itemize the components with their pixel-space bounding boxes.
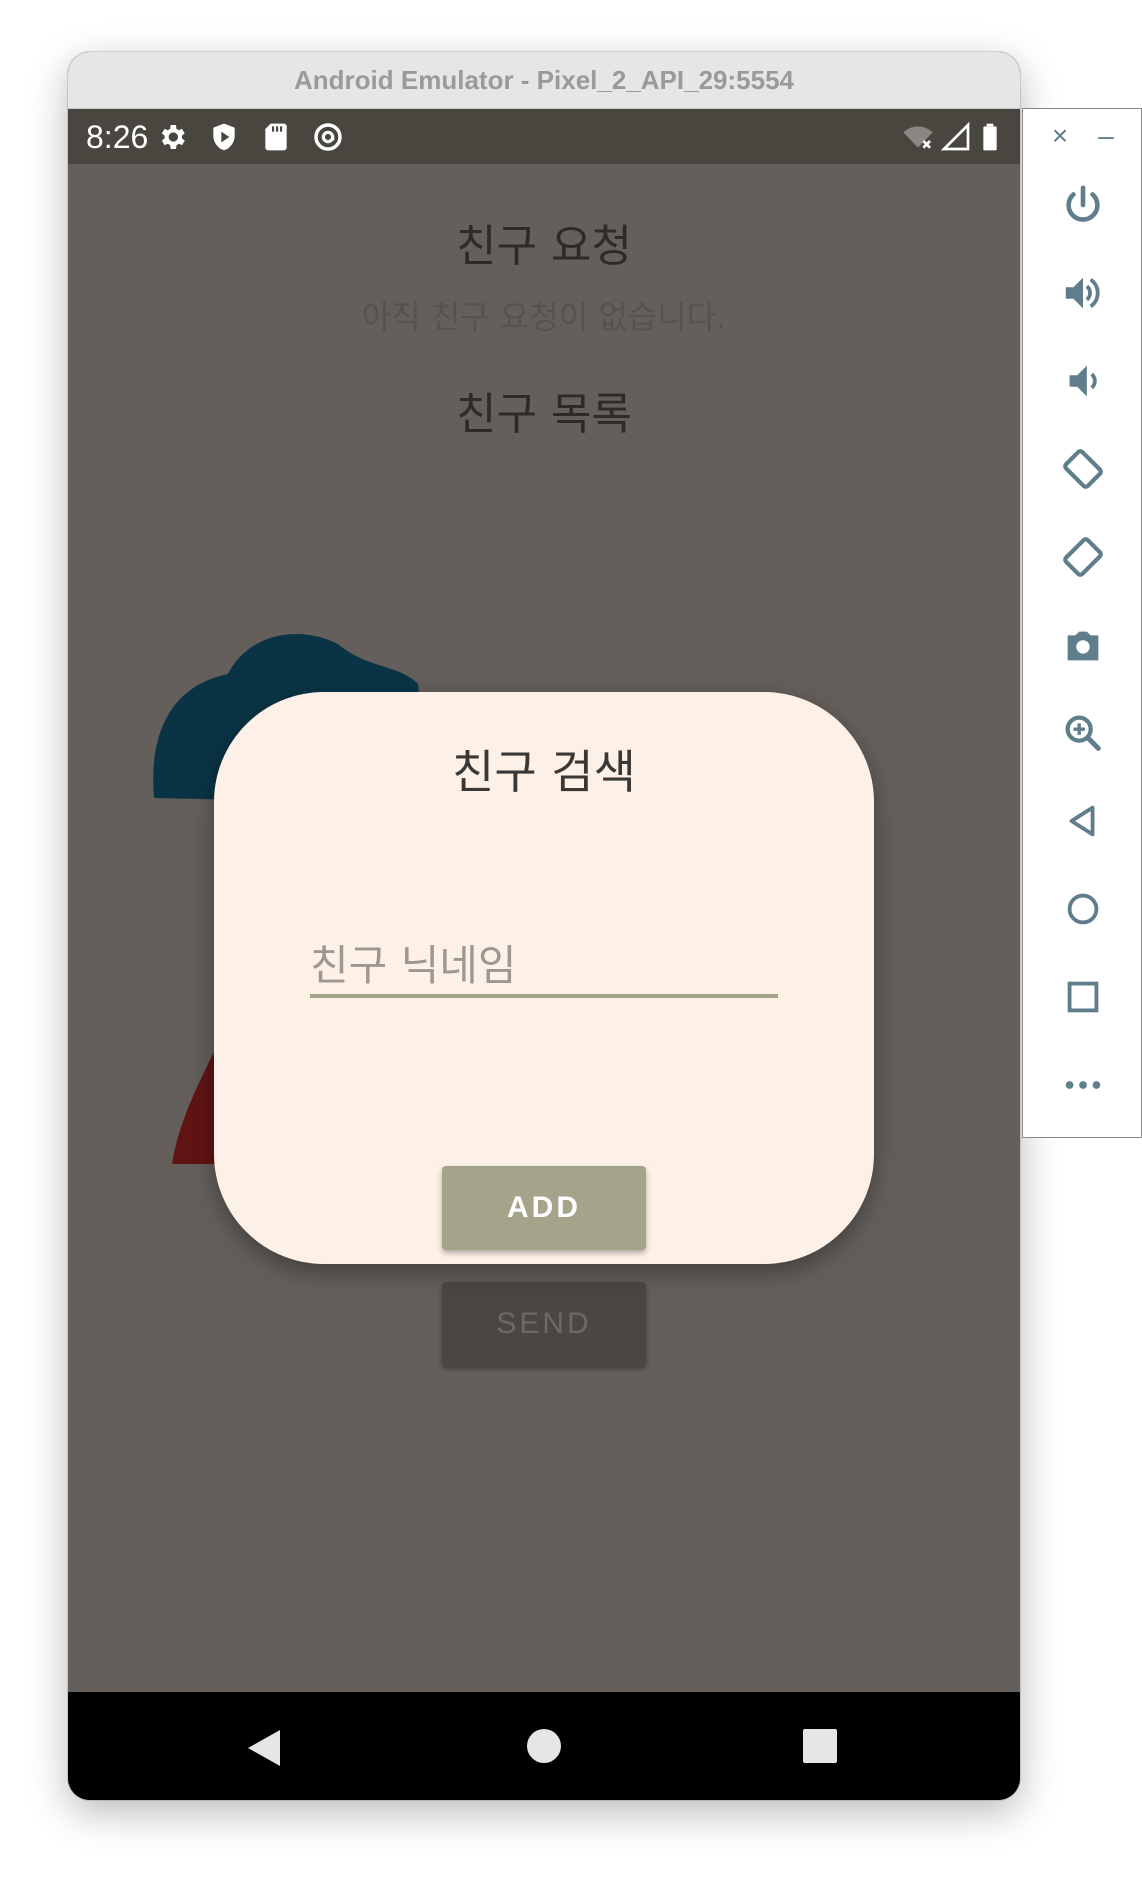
- friend-nickname-input[interactable]: [310, 936, 778, 998]
- add-button[interactable]: ADD: [442, 1166, 646, 1250]
- home-icon[interactable]: [1055, 881, 1111, 937]
- send-button[interactable]: SEND: [442, 1282, 646, 1366]
- settings-icon: [161, 125, 185, 149]
- camera-icon[interactable]: [1055, 617, 1111, 673]
- nav-back-icon[interactable]: [246, 1728, 282, 1768]
- power-icon[interactable]: [1055, 177, 1111, 233]
- friend-search-dialog: 친구 검색 ADD: [214, 692, 874, 1264]
- emulator-side-toolbar: × –: [1022, 108, 1142, 1138]
- volume-up-icon[interactable]: [1055, 265, 1111, 321]
- shield-play-icon: [213, 123, 235, 151]
- app-screen: 친구 요청 아직 친구 요청이 없습니다. 친구 목록 SEND 친구 검색 A…: [68, 164, 1020, 1692]
- battery-icon: [983, 123, 997, 151]
- nav-overview-icon[interactable]: [802, 1728, 838, 1764]
- rotate-left-icon[interactable]: [1055, 441, 1111, 497]
- minimize-icon[interactable]: –: [1091, 121, 1121, 151]
- close-icon[interactable]: ×: [1045, 121, 1075, 151]
- dialog-title: 친구 검색: [452, 745, 636, 799]
- nav-home-icon[interactable]: [526, 1728, 562, 1764]
- emulator-window: Android Emulator - Pixel_2_API_29:5554 8…: [68, 52, 1020, 1800]
- cell-signal-icon: [940, 121, 970, 151]
- more-icon[interactable]: [1055, 1057, 1111, 1113]
- back-icon[interactable]: [1055, 793, 1111, 849]
- navigation-bar: [68, 1692, 1020, 1800]
- window-title: Android Emulator - Pixel_2_API_29:5554: [294, 64, 794, 95]
- status-bar: 8:26: [68, 109, 1020, 164]
- status-time: 8:26: [86, 119, 149, 155]
- title-bar[interactable]: Android Emulator - Pixel_2_API_29:5554: [68, 52, 1020, 109]
- volume-down-icon[interactable]: [1055, 353, 1111, 409]
- sd-card-icon: [265, 123, 287, 151]
- overview-icon[interactable]: [1055, 969, 1111, 1025]
- rotate-right-icon[interactable]: [1055, 529, 1111, 585]
- zoom-icon[interactable]: [1055, 705, 1111, 761]
- wifi-off-icon: [903, 126, 933, 149]
- at-sync-icon: [314, 123, 342, 151]
